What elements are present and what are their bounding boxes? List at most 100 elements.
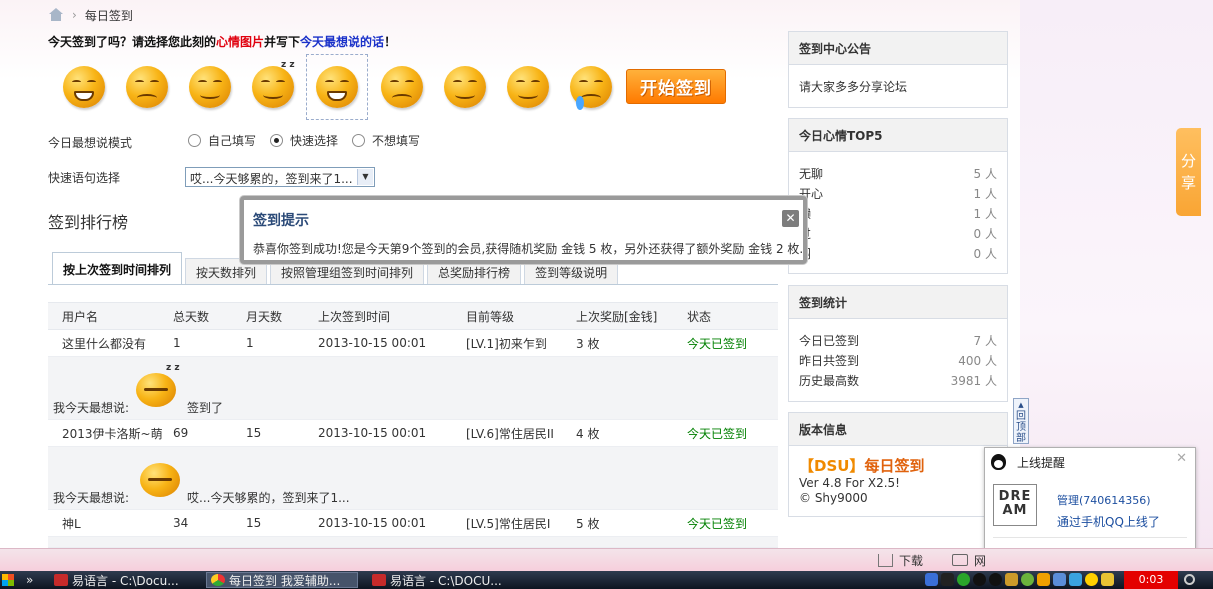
tray-app-icon[interactable]	[1085, 573, 1098, 586]
stats-name: 历史最高数	[799, 373, 860, 388]
share-button[interactable]: 分 享	[1176, 128, 1201, 216]
tray-app-icon[interactable]	[1021, 573, 1034, 586]
mode-option-self[interactable]: 自己填写	[188, 132, 256, 149]
zzz-icon: z z	[166, 363, 180, 373]
notification-title: 上线提醒	[1017, 456, 1066, 470]
tray-app-icon[interactable]	[1069, 573, 1082, 586]
qq-tray-icon[interactable]	[973, 573, 986, 586]
close-icon[interactable]: ✕	[782, 210, 799, 227]
quick-phrase-select[interactable]: 哎...今天够累的，签到来了1... ▼	[185, 167, 375, 187]
mood-face-sad[interactable]	[115, 54, 178, 120]
row-month: 15	[246, 516, 262, 530]
zzz-icon: z z	[281, 60, 295, 70]
home-icon[interactable]	[48, 8, 64, 22]
mood-face-happy[interactable]	[52, 54, 115, 120]
camera-icon[interactable]	[952, 554, 968, 566]
table-row: 2013伊卡洛斯~萌 69 15 2013-10-15 00:01 [LV.6]…	[48, 420, 778, 447]
version-info: Ver 4.8 For X2.5! © Shy9000	[799, 476, 900, 506]
row-message: 我今天最想说: z z 签到了	[48, 357, 778, 420]
stats-name: 昨日共签到	[799, 353, 860, 368]
row-user[interactable]: 2013伊卡洛斯~萌	[62, 420, 163, 446]
tray-app-icon[interactable]	[1005, 573, 1018, 586]
tab-last-checkin-time[interactable]: 按上次签到时间排列	[52, 252, 183, 285]
stats-title: 签到统计	[789, 286, 1007, 319]
radio-button[interactable]	[352, 134, 366, 147]
dialog-title: 签到提示	[253, 213, 309, 229]
network-icon[interactable]	[1053, 573, 1066, 586]
version-copyright: © Shy9000	[799, 491, 868, 505]
row-user[interactable]: 神L	[62, 510, 81, 536]
back-to-top-button[interactable]: ▲ 回顶部	[1013, 398, 1029, 444]
contact-status-link[interactable]: 通过手机QQ上线了	[1057, 513, 1160, 530]
mood-face-sleepy[interactable]: z z	[241, 54, 304, 120]
annoyed-face-icon	[443, 66, 486, 108]
taskbar-item-eyuyan-1[interactable]: 易语言 - C:\Docu...	[50, 572, 202, 588]
col-username: 用户名	[62, 309, 99, 324]
row-total: 1	[173, 336, 181, 350]
taskbar-item-eyuyan-2[interactable]: 易语言 - C:\DOCU...	[368, 572, 520, 588]
breadcrumb-current[interactable]: 每日签到	[85, 7, 133, 24]
row-time: 2013-10-15 00:01	[318, 516, 427, 530]
mood-face-angry-selected[interactable]	[306, 54, 368, 120]
windows-taskbar: » 易语言 - C:\Docu... 每日签到 我爱辅助... 易语言 - C:…	[0, 571, 1213, 589]
crying-face-icon	[569, 66, 612, 110]
browser-download-bar: 下载 网	[0, 548, 1213, 571]
col-total-days: 总天数	[173, 309, 210, 324]
row-level: [LV.5]常住居民I	[466, 516, 551, 531]
contact-avatar[interactable]: DRE AM	[993, 484, 1037, 526]
checkin-success-dialog: 签到提示 ✕ 恭喜你签到成功!您是今天第9个签到的会员,获得随机奖励 金钱 5 …	[240, 196, 807, 264]
checkin-stats-panel: 签到统计 今日已签到 7 人 昨日共签到 400 人 历史最高数 3981 人	[788, 285, 1008, 402]
tray-app-icon[interactable]	[1037, 573, 1050, 586]
mode-option-none[interactable]: 不想填写	[352, 132, 420, 149]
mood-face-sweat[interactable]	[370, 54, 433, 120]
radio-button-selected[interactable]	[270, 134, 284, 147]
stats-item: 历史最高数 3981 人	[789, 370, 1007, 390]
tray-app-icon[interactable]	[941, 573, 954, 586]
mood-face-annoyed[interactable]	[433, 54, 496, 120]
tray-app-icon[interactable]	[957, 573, 970, 586]
shield-icon[interactable]	[1101, 573, 1114, 586]
avatar-text: DRE	[998, 489, 1032, 504]
mood-item: 过0 人	[789, 223, 1007, 243]
mood-top5-title: 今日心情TOP5	[789, 119, 1007, 152]
breadcrumb: › 每日签到	[48, 6, 133, 24]
radio-button[interactable]	[188, 134, 201, 147]
taskbar-item-label: 每日签到 我爱辅助...	[229, 573, 341, 588]
more-label[interactable]: 网	[974, 552, 986, 569]
taskbar-overflow[interactable]: »	[22, 572, 33, 588]
start-icon[interactable]	[2, 574, 14, 586]
message-text: 签到了	[187, 401, 224, 415]
stats-value: 7 人	[973, 333, 997, 348]
mood-count: 0 人	[973, 246, 997, 261]
chevron-down-icon[interactable]: ▼	[357, 169, 373, 185]
row-time: 2013-10-15 00:01	[318, 336, 427, 350]
arrow-up-icon: ▲	[1018, 401, 1024, 409]
download-icon	[878, 554, 893, 567]
row-user[interactable]: 这里什么都没有	[62, 330, 146, 356]
ranking-title: 签到排行榜	[48, 213, 129, 232]
tray-app-icon[interactable]	[925, 573, 938, 586]
close-icon[interactable]: ✕	[1176, 451, 1187, 466]
qq-tray-icon[interactable]	[989, 573, 1002, 586]
row-status: 今天已签到	[687, 336, 748, 351]
mood-face-dizzy[interactable]	[178, 54, 241, 120]
start-checkin-button[interactable]: 开始签到	[626, 69, 726, 104]
mood-face-crying[interactable]	[559, 54, 622, 120]
prompt-text: 并写下	[264, 35, 301, 49]
row-status: 今天已签到	[687, 426, 748, 441]
clock[interactable]: 0:03	[1124, 571, 1178, 589]
taskbar-item-browser[interactable]: 每日签到 我爱辅助...	[206, 572, 358, 588]
grin-face-icon	[62, 66, 105, 108]
search-icon[interactable]	[1184, 574, 1195, 585]
mode-option-quick[interactable]: 快速选择	[270, 132, 338, 149]
dsu-brand: 【DSU】	[799, 457, 865, 475]
message-label: 我今天最想说:	[53, 491, 130, 505]
prompt-mood-highlight: 心情图片	[216, 35, 265, 49]
eyuyan-app-icon	[372, 574, 386, 586]
mood-face-tired[interactable]	[496, 54, 559, 120]
version-panel: 版本信息 【DSU】每日签到 Ver 4.8 For X2.5! © Shy900…	[788, 412, 1008, 517]
row-total: 69	[173, 426, 189, 440]
contact-name-link[interactable]: 管理(740614356)	[1057, 492, 1151, 508]
table-row: 神L 34 15 2013-10-15 00:01 [LV.5]常住居民I 5 …	[48, 510, 778, 537]
download-button[interactable]: 下载	[878, 552, 923, 569]
